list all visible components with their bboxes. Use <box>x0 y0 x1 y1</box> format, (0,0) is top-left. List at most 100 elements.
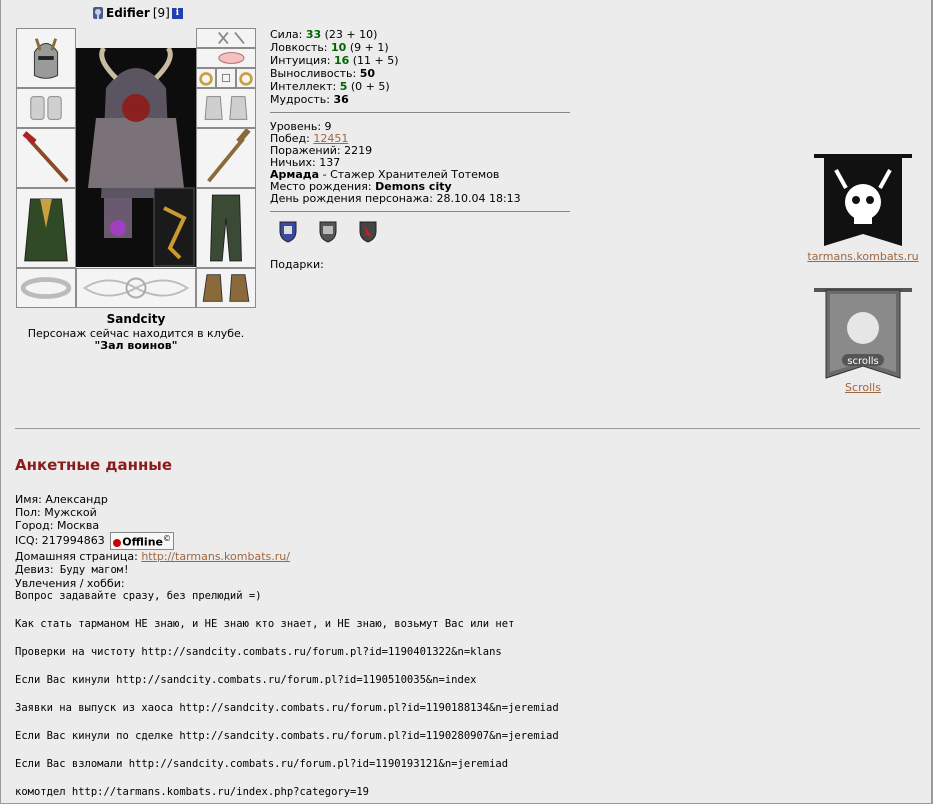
stat-value: 5 <box>339 80 348 93</box>
gauntlets-icon <box>204 96 248 120</box>
stat-row: Ловкость: 10 (9 + 1) <box>270 41 399 54</box>
divider <box>270 112 570 113</box>
stat-label: Интуиция: <box>270 54 331 67</box>
stat-detail: (11 + 5) <box>352 54 399 67</box>
stat-label: Интеллект: <box>270 80 337 93</box>
pants-icon <box>210 194 242 262</box>
badges-row <box>276 219 380 243</box>
icq-flower-icon <box>113 538 122 547</box>
about-line <box>15 603 559 617</box>
stat-row: Сила: 33 (23 + 10) <box>270 28 399 41</box>
character-level-bracket: [9] <box>152 6 170 20</box>
gifts-label: Подарки: <box>270 258 324 271</box>
crutch-weapon-icon <box>22 131 69 183</box>
boots-slot[interactable] <box>196 268 256 308</box>
ring-icon <box>239 72 253 86</box>
amulet-slot[interactable] <box>196 48 256 68</box>
divider <box>270 211 570 212</box>
ring-slot-1[interactable] <box>196 68 216 88</box>
warrior-portrait-icon <box>76 48 196 267</box>
skull-banner-icon[interactable] <box>812 150 914 250</box>
profile-section-title: Анкетные данные <box>15 456 173 474</box>
armor-slot[interactable] <box>16 188 76 268</box>
profile-motto-row: Девиз: Буду магом! <box>15 562 130 576</box>
info-icon[interactable]: i <box>171 7 183 19</box>
about-line: Вопрос задавайте сразу, без прелюдий =) <box>15 590 262 602</box>
helmet-slot[interactable] <box>16 28 76 88</box>
banner-link-scrolls[interactable]: Scrolls <box>802 381 924 394</box>
weapon-right-slot[interactable] <box>196 128 256 188</box>
stat-detail: (9 + 1) <box>349 41 389 54</box>
gloves-slot[interactable] <box>196 88 256 128</box>
svg-text:scrolls: scrolls <box>847 356 878 367</box>
shield-blue-badge-icon[interactable] <box>276 219 300 243</box>
stat-value: 36 <box>333 93 349 106</box>
profile-name-row: Имя: Александр <box>15 493 108 506</box>
about-line: Если Вас взломали http://sandcity.combat… <box>15 758 509 770</box>
runes-slot[interactable] <box>76 268 196 308</box>
page-border-left <box>0 0 1 804</box>
about-line: Если Вас кинули по сделке http://sandcit… <box>15 730 559 742</box>
ring-slot-2[interactable] <box>216 68 236 88</box>
homepage-link[interactable]: http://tarmans.kombats.ru/ <box>141 550 290 563</box>
stat-value: 50 <box>359 67 376 80</box>
shield-red-badge-icon[interactable] <box>356 219 380 243</box>
stat-row: Выносливость: 50 <box>270 67 399 80</box>
stat-label: Выносливость: <box>270 67 357 80</box>
weapon-left-slot[interactable] <box>16 128 76 188</box>
crutch-weapon-icon <box>207 129 251 183</box>
stat-value: 10 <box>331 41 347 54</box>
profile-gender-row: Пол: Мужской <box>15 506 97 519</box>
about-line <box>15 743 559 757</box>
stats-block: Сила: 33 (23 + 10) Ловкость: 10 (9 + 1) Ин… <box>270 28 399 106</box>
bracers-slot[interactable] <box>16 88 76 128</box>
icq-status-badge[interactable]: Offline© <box>110 532 174 550</box>
belt-slot[interactable] <box>16 268 76 308</box>
scrolls-banner-icon[interactable]: scrolls <box>812 284 914 380</box>
about-line <box>15 631 559 645</box>
alignment-icon <box>92 6 104 20</box>
profile-icq-row: ICQ: 217994863 Offline© <box>15 532 290 550</box>
character-name-caption: Sandcity <box>106 312 166 326</box>
ring-slot-3[interactable] <box>236 68 256 88</box>
belt-icon <box>20 277 72 299</box>
profile-city-row: Город: Москва <box>15 519 100 532</box>
stat-row: Мудрость: 36 <box>270 93 399 106</box>
stat-row: Интуиция: 16 (11 + 5) <box>270 54 399 67</box>
character-info-block: Уровень: 9 Побед: 12451 Поражений: 2219 … <box>270 121 521 205</box>
location-room: "Зал воинов" <box>94 339 178 352</box>
about-line <box>15 771 559 785</box>
about-line: Как стать тарманом НЕ знаю, и НЕ знаю кт… <box>15 618 515 630</box>
profile-homepage-row: Домашняя страница: http://tarmans.kombat… <box>15 549 290 563</box>
stat-label: Мудрость: <box>270 93 330 106</box>
bracers-icon <box>30 96 62 120</box>
cloak-armor-icon <box>24 198 68 262</box>
profile-block: Имя: Александр Пол: Мужской Город: Москв… <box>15 493 290 590</box>
about-line <box>15 687 559 701</box>
character-location: Персонаж сейчас находится в клубе. "Зал … <box>16 328 256 352</box>
about-line <box>15 659 559 673</box>
stat-value: 33 <box>305 28 322 41</box>
birthday-row: День рождения персонажа: 28.10.04 18:13 <box>270 192 521 205</box>
shield-gray-badge-icon[interactable] <box>316 219 340 243</box>
pants-slot[interactable] <box>196 188 256 268</box>
character-portrait[interactable] <box>76 48 196 267</box>
amulet-icon <box>218 52 245 64</box>
helmet-icon <box>33 38 59 79</box>
stat-detail: (23 + 10) <box>324 28 378 41</box>
stat-detail: (0 + 5) <box>350 80 390 93</box>
stat-label: Ловкость: <box>270 41 328 54</box>
character-nick: Edifier <box>106 6 150 20</box>
character-nick-header: Edifier [9] i <box>92 6 183 20</box>
profile-about-text: Вопрос задавайте сразу, без прелюдий =) К… <box>15 589 559 799</box>
boots-icon <box>202 274 250 302</box>
empty-ring-icon <box>221 73 231 83</box>
crossed-weapons-icon <box>218 32 245 44</box>
banner-link-tarmans[interactable]: tarmans.kombats.ru <box>802 250 924 263</box>
earring-slot[interactable] <box>196 28 256 48</box>
ring-icon <box>199 72 213 86</box>
about-line: Проверки на чистоту http://sandcity.comb… <box>15 646 502 658</box>
stat-row: Интеллект: 5 (0 + 5) <box>270 80 399 93</box>
section-divider <box>15 428 920 429</box>
ornament-icon <box>82 277 190 299</box>
